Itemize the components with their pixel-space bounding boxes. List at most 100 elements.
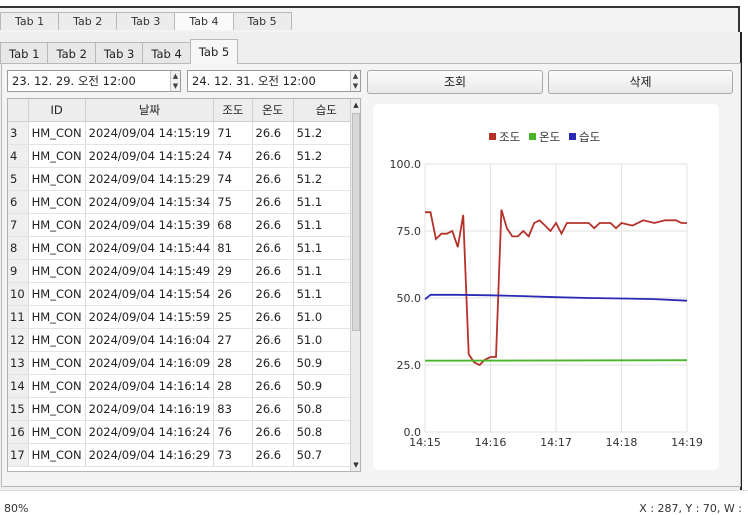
row-number[interactable]: 3 (8, 121, 29, 145)
x-tick-label: 14:15 (409, 436, 441, 449)
row-number[interactable]: 14 (8, 374, 29, 398)
row-number[interactable]: 8 (8, 236, 29, 260)
tab-4[interactable]: Tab 4 (142, 42, 191, 64)
table-cell: 76 (213, 420, 253, 444)
row-number[interactable]: 16 (8, 420, 29, 444)
table-row[interactable]: 13 HM_CON 2024/09/04 14:16:09 28 26.6 50.9 (8, 351, 360, 375)
row-number[interactable]: 5 (8, 167, 29, 191)
table-scrollbar[interactable]: ▲ ▼ (350, 99, 360, 471)
background-tab-2: Tab 2 (58, 12, 118, 30)
table-cell: 26.6 (252, 328, 294, 352)
scroll-up-icon[interactable]: ▲ (351, 99, 360, 111)
date-to-input[interactable]: 24. 12. 31. 오전 12:00 ▲ ▼ (187, 70, 361, 92)
table-cell: 83 (213, 397, 253, 421)
table-cell: 2024/09/04 14:15:19 (85, 121, 215, 145)
table-cell: 26.6 (252, 190, 294, 214)
table-cell: 26.6 (252, 282, 294, 306)
date-from-input[interactable]: 23. 12. 29. 오전 12:00 ▲ ▼ (7, 70, 181, 92)
row-number[interactable]: 4 (8, 144, 29, 168)
table-cell: 28 (213, 351, 253, 375)
legend-label-2: 온도 (539, 130, 560, 144)
row-number[interactable]: 15 (8, 397, 29, 421)
table-cell: HM_CON (28, 144, 86, 168)
table-cell: HM_CON (28, 121, 86, 145)
x-tick-label: 14:16 (475, 436, 507, 449)
background-tab-4: Tab 4 (174, 12, 234, 30)
table-cell: 81 (213, 236, 253, 260)
chart-card: 0.0 25.0 50.0 75.0 100.0 14:15 14:16 14:17 14:18… (373, 104, 719, 470)
row-number[interactable]: 17 (8, 443, 29, 467)
table-cell: 26.6 (252, 374, 294, 398)
row-number[interactable]: 11 (8, 305, 29, 329)
tab-bar: Tab 1 Tab 2 Tab 3 Tab 4 Tab 5 (0, 39, 239, 64)
main-window: Tab 1 Tab 2 Tab 3 Tab 4 Tab 5 23. 12. 29. 오전… (0, 32, 742, 490)
column-header[interactable]: 날짜 (85, 99, 215, 122)
row-number[interactable]: 6 (8, 190, 29, 214)
column-header[interactable] (8, 99, 29, 122)
table-row[interactable]: 5 HM_CON 2024/09/04 14:15:29 74 26.6 51.2 (8, 167, 360, 191)
table-cell: HM_CON (28, 328, 86, 352)
table-row[interactable]: 4 HM_CON 2024/09/04 14:15:24 74 26.6 51.2 (8, 144, 360, 168)
table-row[interactable]: 14 HM_CON 2024/09/04 14:16:14 28 26.6 50.9 (8, 374, 360, 398)
row-number[interactable]: 9 (8, 259, 29, 283)
table-row[interactable]: 15 HM_CON 2024/09/04 14:16:19 83 26.6 50.8 (8, 397, 360, 421)
tab-5[interactable]: Tab 5 (189, 39, 239, 64)
scroll-thumb[interactable] (352, 113, 360, 331)
table-cell: 2024/09/04 14:15:29 (85, 167, 215, 191)
background-tab-5: Tab 5 (232, 12, 292, 30)
table-cell: 27 (213, 328, 253, 352)
row-number[interactable]: 7 (8, 213, 29, 237)
tab-1[interactable]: Tab 1 (0, 42, 49, 64)
column-header[interactable]: ID (28, 99, 86, 122)
table-row[interactable]: 16 HM_CON 2024/09/04 14:16:24 76 26.6 50.8 (8, 420, 360, 444)
table-cell: HM_CON (28, 236, 86, 260)
table-cell: 25 (213, 305, 253, 329)
table-row[interactable]: 8 HM_CON 2024/09/04 14:15:44 81 26.6 51.1 (8, 236, 360, 260)
table-cell: 26.6 (252, 420, 294, 444)
data-table[interactable]: ID 날짜 조도 온도 습도 3 HM_CON 2024/09/04 14:15:19 71 2… (7, 98, 361, 472)
legend-label-3: 습도 (579, 130, 600, 144)
table-cell: HM_CON (28, 397, 86, 421)
cursor-coordinates: X : 287, Y : 70, W : (639, 502, 742, 515)
legend-marker-2 (529, 133, 536, 140)
table-row[interactable]: 12 HM_CON 2024/09/04 14:16:04 27 26.6 51.0 (8, 328, 360, 352)
table-cell: 28 (213, 374, 253, 398)
table-cell: HM_CON (28, 282, 86, 306)
query-button[interactable]: 조회 (367, 70, 543, 94)
table-cell: HM_CON (28, 420, 86, 444)
table-cell: 2024/09/04 14:15:44 (85, 236, 215, 260)
table-cell: 26.6 (252, 397, 294, 421)
table-cell: 75 (213, 190, 253, 214)
table-row[interactable]: 9 HM_CON 2024/09/04 14:15:49 29 26.6 51.1 (8, 259, 360, 283)
tab-2[interactable]: Tab 2 (47, 42, 96, 64)
table-cell: HM_CON (28, 190, 86, 214)
table-row[interactable]: 7 HM_CON 2024/09/04 14:15:39 68 26.6 51.1 (8, 213, 360, 237)
table-row[interactable]: 17 HM_CON 2024/09/04 14:16:29 73 26.6 50.7 (8, 443, 360, 467)
date-to-value: 24. 12. 31. 오전 12:00 (192, 74, 316, 88)
row-number[interactable]: 10 (8, 282, 29, 306)
table-row[interactable]: 3 HM_CON 2024/09/04 14:15:19 71 26.6 51.2 (8, 121, 360, 145)
table-row[interactable]: 6 HM_CON 2024/09/04 14:15:34 75 26.6 51.1 (8, 190, 360, 214)
table-row[interactable]: 10 HM_CON 2024/09/04 14:15:54 26 26.6 51.1 (8, 282, 360, 306)
zoom-level: 80% (4, 502, 29, 515)
table-row[interactable]: 11 HM_CON 2024/09/04 14:15:59 25 26.6 51.0 (8, 305, 360, 329)
column-header[interactable]: 조도 (213, 99, 253, 122)
tab-3[interactable]: Tab 3 (94, 42, 144, 64)
table-cell: 2024/09/04 14:16:19 (85, 397, 215, 421)
chart-panel: 0.0 25.0 50.0 75.0 100.0 14:15 14:16 14:17 14:18… (368, 98, 733, 472)
date-to-spinner[interactable]: ▲ ▼ (350, 71, 360, 91)
scroll-down-icon[interactable]: ▼ (351, 459, 360, 471)
column-header[interactable]: 온도 (252, 99, 294, 122)
background-tab-1: Tab 1 (0, 12, 60, 30)
delete-button[interactable]: 삭제 (548, 70, 733, 94)
x-tick-label: 14:19 (671, 436, 703, 449)
legend-marker-1 (489, 133, 496, 140)
table-cell: 29 (213, 259, 253, 283)
date-from-spinner[interactable]: ▲ ▼ (170, 71, 180, 91)
table-cell: 68 (213, 213, 253, 237)
table-cell: 26.6 (252, 144, 294, 168)
row-number[interactable]: 12 (8, 328, 29, 352)
table-cell: 26.6 (252, 121, 294, 145)
row-number[interactable]: 13 (8, 351, 29, 375)
table-cell: 26 (213, 282, 253, 306)
